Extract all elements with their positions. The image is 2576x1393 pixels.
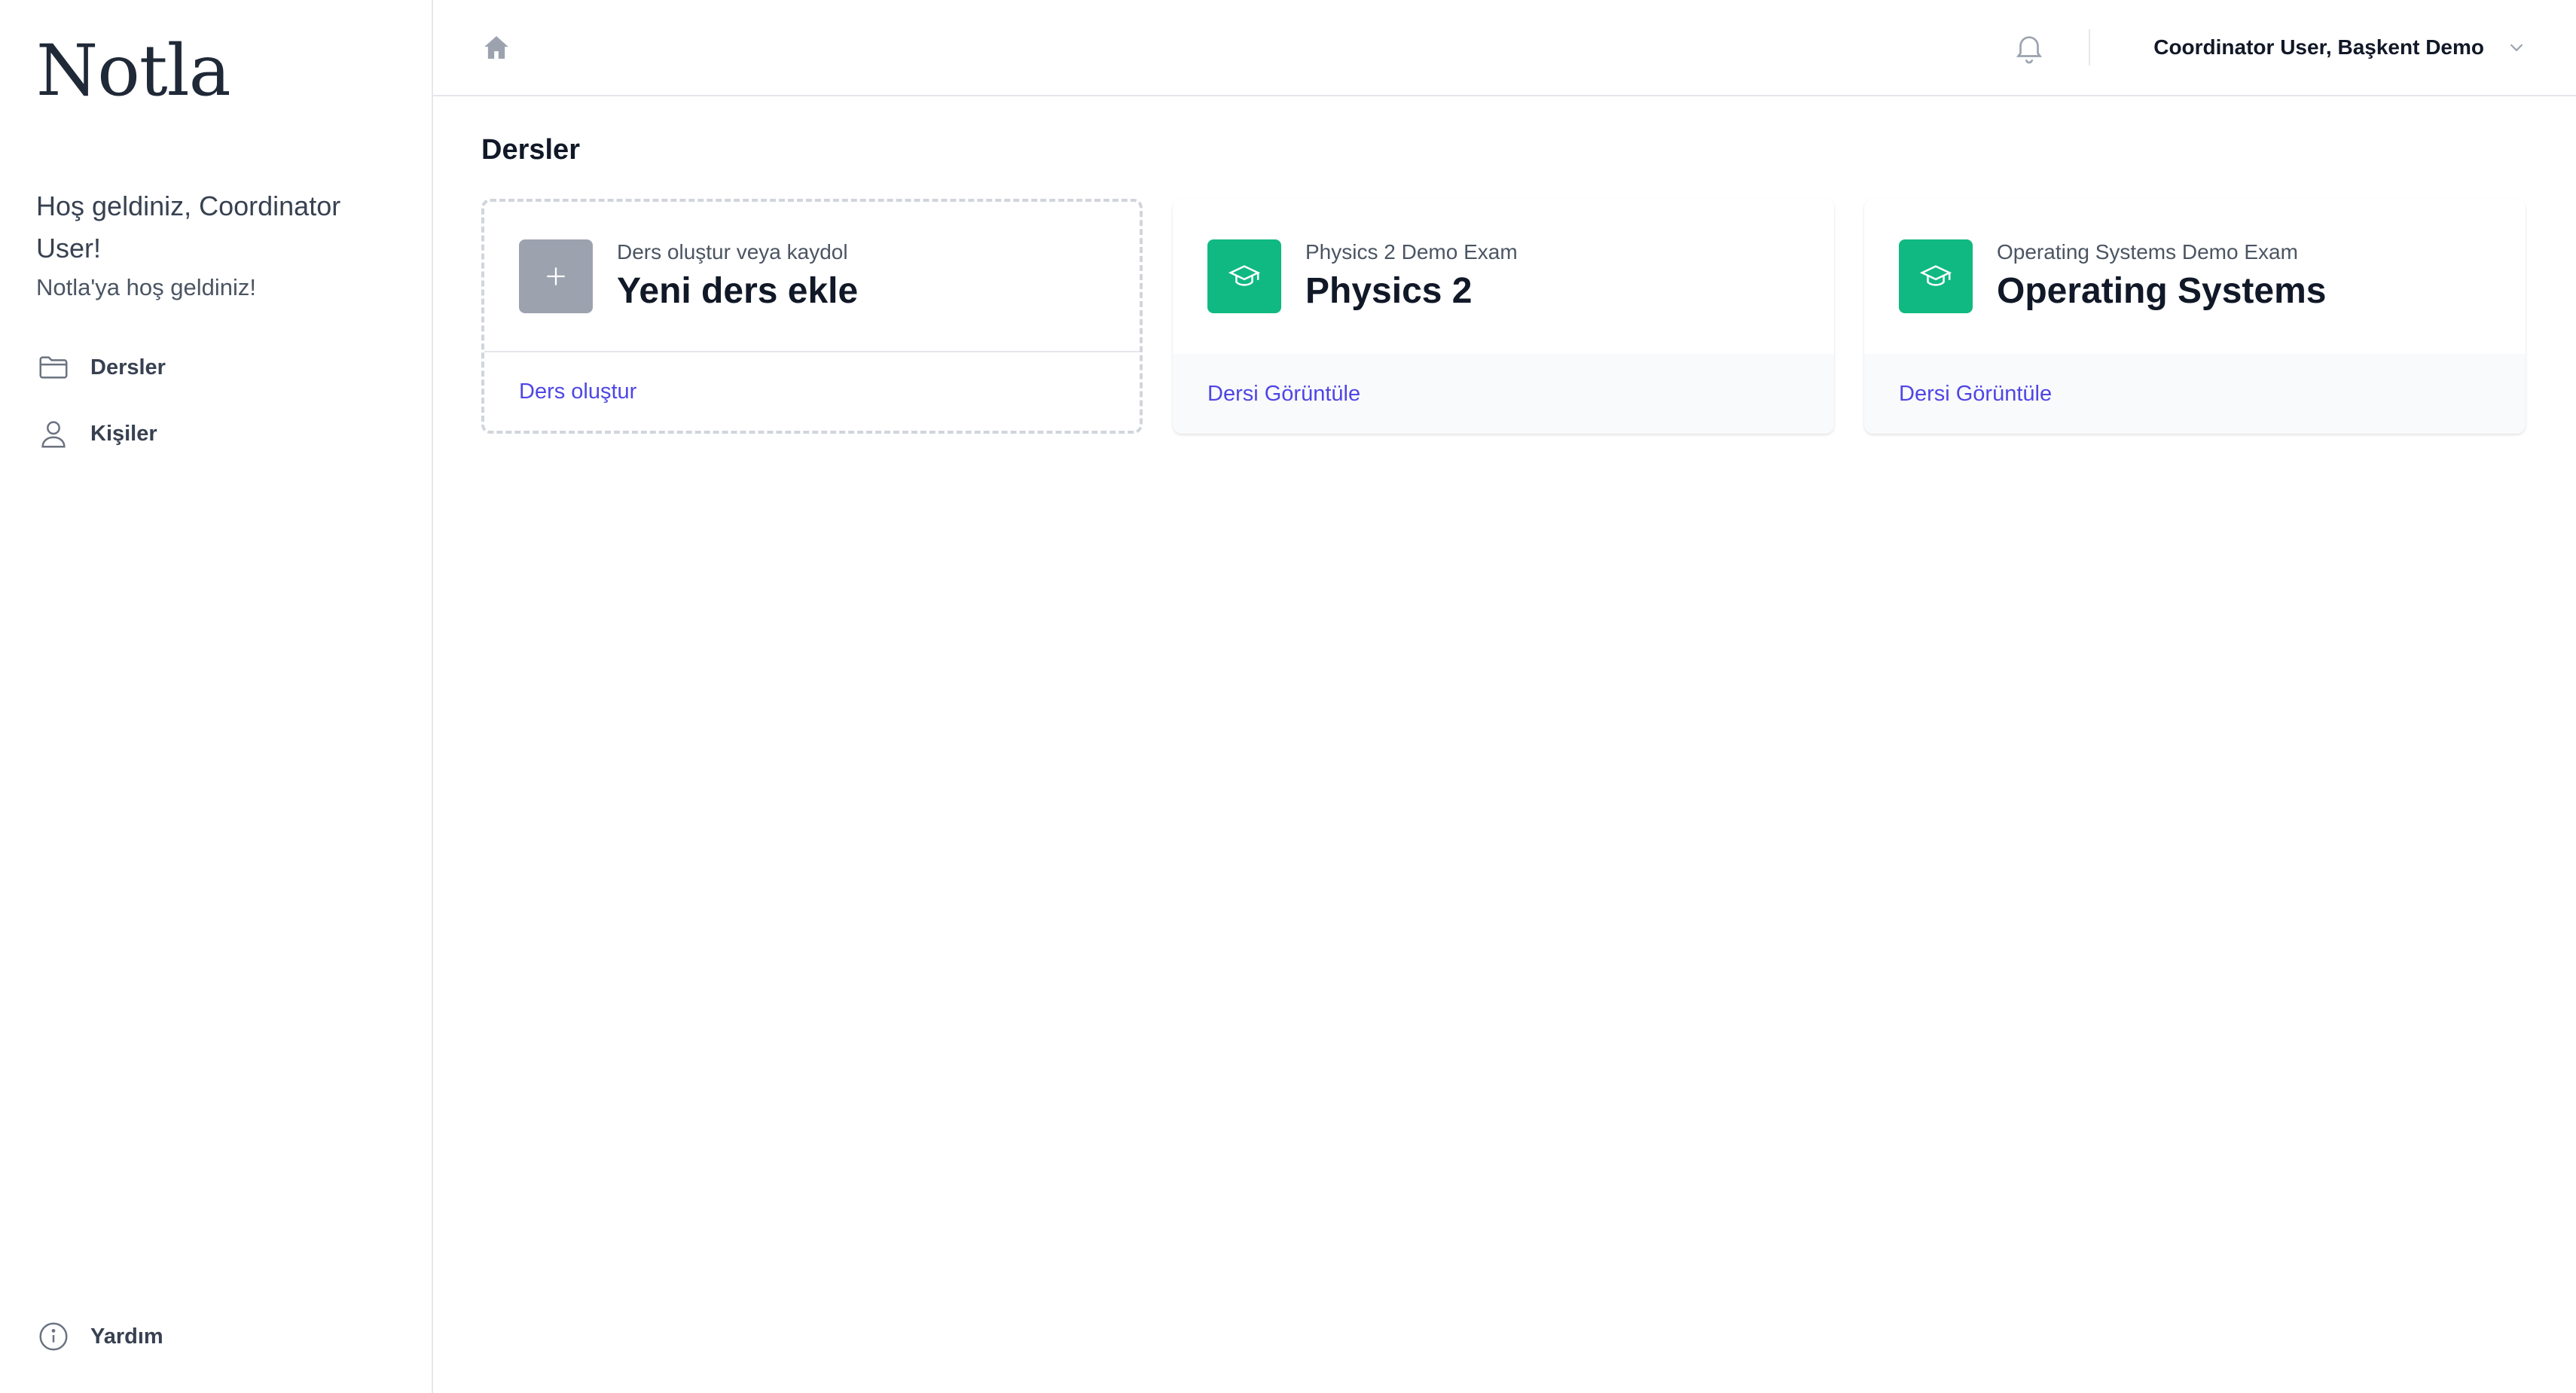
sidebar-item-label: Dersler xyxy=(90,355,166,379)
create-course-link[interactable]: Ders oluştur xyxy=(519,379,636,404)
card-text: Operating Systems Demo Exam Operating Sy… xyxy=(1997,239,2326,314)
add-tile xyxy=(519,239,593,313)
card-footer: Dersi Görüntüle xyxy=(1173,354,1834,434)
user-icon xyxy=(41,421,66,448)
app-logo[interactable]: Notla xyxy=(36,30,231,112)
card-header: Ders oluştur veya kaydol Yeni ders ekle xyxy=(484,202,1140,352)
card-footer: Ders oluştur xyxy=(484,352,1140,431)
divider xyxy=(2089,29,2091,66)
card-subtitle: Physics 2 Demo Exam xyxy=(1305,240,1518,264)
bell-icon[interactable] xyxy=(2012,30,2046,65)
sidebar-item-kisiler[interactable]: Kişiler xyxy=(36,413,166,455)
card-subtitle: Ders oluştur veya kaydol xyxy=(617,240,848,264)
welcome-title: Hoş geldiniz, Coordinator User! xyxy=(36,191,341,264)
card-text: Ders oluştur veya kaydol Yeni ders ekle xyxy=(617,239,858,314)
sidebar-nav: Dersler Kişiler xyxy=(36,346,166,479)
add-course-card[interactable]: Ders oluştur veya kaydol Yeni ders ekle … xyxy=(481,199,1143,434)
help-label: Yardım xyxy=(90,1324,163,1349)
course-card[interactable]: Physics 2 Demo Exam Physics 2 Dersi Görü… xyxy=(1173,199,1834,434)
sidebar-item-label: Kişiler xyxy=(90,421,157,446)
graduation-cap-icon xyxy=(1228,265,1261,286)
course-cards: Ders oluştur veya kaydol Yeni ders ekle … xyxy=(481,199,2526,434)
plus-icon xyxy=(547,267,565,285)
card-title: Yeni ders ekle xyxy=(617,271,859,311)
folder-icon xyxy=(39,356,68,379)
welcome-subtitle: Notla'ya hoş geldiniz! xyxy=(36,274,256,300)
welcome-block: Hoş geldiniz, Coordinator User! Notla'ya… xyxy=(36,185,390,304)
app-root: Notla Hoş geldiniz, Coordinator User! No… xyxy=(0,0,2576,1393)
card-header: Operating Systems Demo Exam Operating Sy… xyxy=(1864,199,2526,354)
graduation-cap-icon xyxy=(1919,265,1952,286)
card-footer: Dersi Görüntüle xyxy=(1864,354,2526,434)
card-header: Physics 2 Demo Exam Physics 2 xyxy=(1173,199,1834,354)
card-text: Physics 2 Demo Exam Physics 2 xyxy=(1305,239,1518,314)
card-title: Physics 2 xyxy=(1305,271,1473,311)
top-bar-right: Coordinator User, Başkent Demo xyxy=(2012,0,2528,95)
view-course-link[interactable]: Dersi Görüntüle xyxy=(1899,382,2052,407)
course-tile xyxy=(1899,239,1973,313)
card-subtitle: Operating Systems Demo Exam xyxy=(1997,240,2298,264)
top-bar: Coordinator User, Başkent Demo xyxy=(433,0,2576,96)
user-menu[interactable]: Coordinator User, Başkent Demo xyxy=(2153,35,2528,59)
help-link[interactable]: Yardım xyxy=(36,1319,163,1354)
user-name: Coordinator User, Başkent Demo xyxy=(2153,35,2484,59)
view-course-link[interactable]: Dersi Görüntüle xyxy=(1207,382,1360,407)
home-icon[interactable] xyxy=(481,32,511,62)
main-content: Coordinator User, Başkent Demo Dersler D… xyxy=(433,0,2576,1393)
course-card[interactable]: Operating Systems Demo Exam Operating Sy… xyxy=(1864,199,2526,434)
sidebar-item-dersler[interactable]: Dersler xyxy=(36,346,166,389)
page-title: Dersler xyxy=(481,134,580,166)
course-tile xyxy=(1207,239,1281,313)
sidebar: Notla Hoş geldiniz, Coordinator User! No… xyxy=(0,0,433,1393)
card-title: Operating Systems xyxy=(1997,271,2327,311)
info-icon xyxy=(39,1322,68,1351)
chevron-down-icon xyxy=(2510,44,2523,52)
